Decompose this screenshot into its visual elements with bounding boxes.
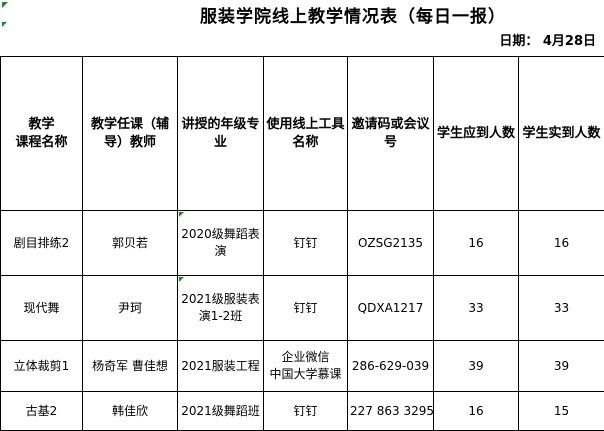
cell-tool[interactable]: 钉钉 xyxy=(264,211,348,276)
cell-expected[interactable]: 16 xyxy=(434,392,519,431)
table-row: 现代舞 尹珂 2021级服装表演1-2班 钉钉 QDXA1217 33 33 xyxy=(1,276,604,341)
cell-tool[interactable]: 企业微信 中国大学慕课 xyxy=(264,341,348,392)
cell-actual[interactable]: 15 xyxy=(519,392,604,431)
cell-teacher[interactable]: 郭贝若 xyxy=(83,211,178,276)
cell-expected[interactable]: 33 xyxy=(434,276,519,341)
header-expected-count[interactable]: 学生应到人数 xyxy=(434,57,519,211)
cell-grade-major[interactable]: 2020级舞蹈表演 xyxy=(178,211,264,276)
cell-actual[interactable]: 33 xyxy=(519,276,604,341)
header-invite-code[interactable]: 邀请码或会议号 xyxy=(348,57,434,211)
cell-invite-code[interactable]: 227 863 32958 xyxy=(348,392,434,431)
cell-grade-major[interactable]: 2021级服装表演1-2班 xyxy=(178,276,264,341)
header-teacher[interactable]: 教学任课（辅导）教师 xyxy=(83,57,178,211)
cell-actual[interactable]: 39 xyxy=(519,341,604,392)
date-line: 日期： 4月28日 xyxy=(499,30,596,50)
cell-actual[interactable]: 16 xyxy=(519,211,604,276)
cell-invite-code[interactable]: OZSG2135 xyxy=(348,211,434,276)
table-row: 剧目排练2 郭贝若 2020级舞蹈表演 钉钉 OZSG2135 16 16 xyxy=(1,211,604,276)
cell-tool[interactable]: 钉钉 xyxy=(264,392,348,431)
cell-grade-major[interactable]: 2021服装工程 xyxy=(178,341,264,392)
cell-comment-marker xyxy=(2,22,7,27)
cell-teacher[interactable]: 韩佳欣 xyxy=(83,392,178,431)
cell-invite-code[interactable]: 286-629-039 xyxy=(348,341,434,392)
cell-teacher[interactable]: 尹珂 xyxy=(83,276,178,341)
cell-tool[interactable]: 钉钉 xyxy=(264,276,348,341)
date-label: 日期： xyxy=(499,34,538,49)
header-actual-count[interactable]: 学生实到人数 xyxy=(519,57,604,211)
header-grade-major[interactable]: 讲授的年级专业 xyxy=(178,57,264,211)
cell-course[interactable]: 立体裁剪1 xyxy=(1,341,83,392)
header-row: 教学 课程名称 教学任课（辅导）教师 讲授的年级专业 使用线上工具名称 邀请码或… xyxy=(1,57,604,211)
spreadsheet: 服装学院线上教学情况表（每日一报） 日期： 4月28日 教学 课程名称 教学任课… xyxy=(0,0,604,426)
header-online-tool[interactable]: 使用线上工具名称 xyxy=(264,57,348,211)
cell-course[interactable]: 古基2 xyxy=(1,392,83,431)
cell-invite-code[interactable]: QDXA1217 xyxy=(348,276,434,341)
date-value: 4月28日 xyxy=(543,34,596,49)
sheet-title: 服装学院线上教学情况表（每日一报） xyxy=(200,2,540,26)
cell-course[interactable]: 剧目排练2 xyxy=(1,211,83,276)
cell-grade-major[interactable]: 2021级舞蹈班 xyxy=(178,392,264,431)
cell-teacher[interactable]: 杨奇军 曹佳想 xyxy=(83,341,178,392)
cell-comment-marker xyxy=(2,2,8,8)
cell-course[interactable]: 现代舞 xyxy=(1,276,83,341)
table-row: 古基2 韩佳欣 2021级舞蹈班 钉钉 227 863 32958 16 15 xyxy=(1,392,604,431)
table-row: 立体裁剪1 杨奇军 曹佳想 2021服装工程 企业微信 中国大学慕课 286-6… xyxy=(1,341,604,392)
cell-expected[interactable]: 16 xyxy=(434,211,519,276)
cell-expected[interactable]: 39 xyxy=(434,341,519,392)
teaching-table: 教学 课程名称 教学任课（辅导）教师 讲授的年级专业 使用线上工具名称 邀请码或… xyxy=(0,56,604,431)
header-course[interactable]: 教学 课程名称 xyxy=(1,57,83,211)
